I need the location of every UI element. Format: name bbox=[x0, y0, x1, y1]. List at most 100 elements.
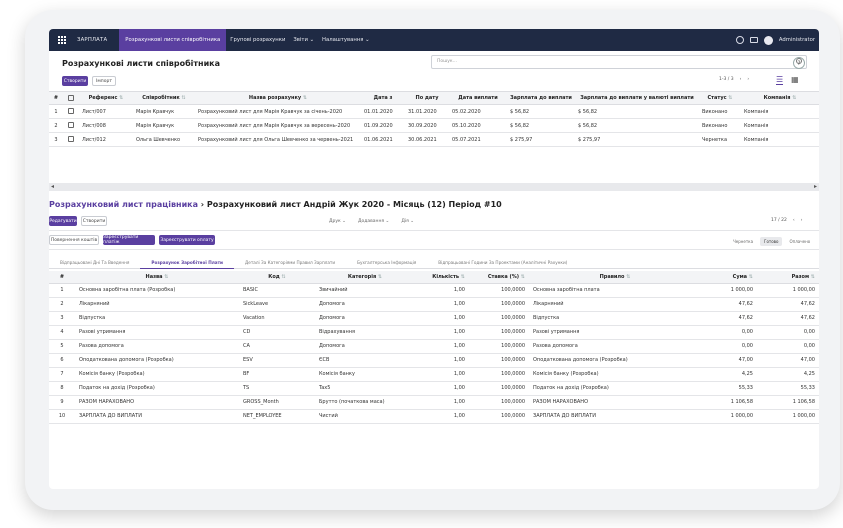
line-category[interactable]: Допомога bbox=[315, 339, 415, 354]
line-total[interactable]: 47,00 bbox=[757, 353, 819, 368]
col-date-to[interactable]: По дату bbox=[405, 91, 449, 105]
cell-pay[interactable]: 05.02.2020 bbox=[449, 104, 507, 119]
col-line-category[interactable]: Категорія ⇅ bbox=[315, 271, 415, 284]
table-row[interactable]: 5 Разова допомога CA Допомога 1,00 100,0000 Ра… bbox=[49, 339, 819, 354]
line-rate[interactable]: 100,0000 bbox=[469, 395, 529, 410]
search-input[interactable]: Пошук... bbox=[431, 55, 807, 69]
line-amount[interactable]: 4,25 bbox=[701, 367, 757, 382]
cell-n[interactable]: 2 bbox=[49, 118, 63, 133]
line-amount[interactable]: 55,33 bbox=[701, 381, 757, 396]
line-quantity[interactable]: 1,00 bbox=[415, 297, 469, 312]
line-total[interactable]: 55,33 bbox=[757, 381, 819, 396]
cell-pay[interactable]: 05.10.2020 bbox=[449, 118, 507, 133]
line-quantity[interactable]: 1,00 bbox=[415, 381, 469, 396]
line-name[interactable]: Оподаткована допомога (Розробка) bbox=[75, 353, 239, 368]
cell-emp[interactable]: Марія Кравчук bbox=[133, 104, 195, 119]
table-row[interactable]: 9 РАЗОМ НАРАХОВАНО GROSS_Month Брутто (поча… bbox=[49, 395, 819, 410]
line-category[interactable]: ЄСВ bbox=[315, 353, 415, 368]
action-menu[interactable]: Дія ⌄ bbox=[401, 219, 414, 224]
col-net[interactable]: Зарплата до виплати bbox=[507, 91, 575, 105]
attachment-menu[interactable]: Додавання ⌄ bbox=[358, 219, 389, 224]
cell-emp[interactable]: Марія Кравчук bbox=[133, 118, 195, 133]
line-amount[interactable]: 1 000,00 bbox=[701, 283, 757, 298]
line-total[interactable]: 47,62 bbox=[757, 311, 819, 326]
col-line-name[interactable]: Назва ⇅ bbox=[75, 271, 239, 284]
import-button[interactable]: Імпорт bbox=[92, 76, 116, 86]
line-amount[interactable]: 0,00 bbox=[701, 325, 757, 340]
cell-n[interactable]: 3 bbox=[49, 132, 63, 147]
line-rule[interactable]: Податок на дохід (Розробка) bbox=[529, 381, 701, 396]
line-number[interactable]: 6 bbox=[49, 353, 75, 368]
line-quantity[interactable]: 1,00 bbox=[415, 311, 469, 326]
col-pay-date[interactable]: Дата виплати bbox=[449, 91, 507, 105]
line-rule[interactable]: Разові утримання bbox=[529, 325, 701, 340]
line-rule[interactable]: Основна заробітна плата bbox=[529, 283, 701, 298]
form-create-button[interactable]: Створити bbox=[81, 216, 107, 226]
line-name[interactable]: Основна заробітна плата (Розробка) bbox=[75, 283, 239, 298]
line-category[interactable]: Допомога bbox=[315, 311, 415, 326]
cell-emp[interactable]: Ольга Шевченко bbox=[133, 132, 195, 147]
line-category[interactable]: Звичайний bbox=[315, 283, 415, 298]
cell-n[interactable]: 1 bbox=[49, 104, 63, 119]
cell-company[interactable]: Компанія bbox=[741, 118, 819, 133]
line-rule[interactable]: РАЗОМ НАРАХОВАНО bbox=[529, 395, 701, 410]
table-row[interactable]: 3 Відпустка Vacation Допомога 1,00 100,0000 Ві… bbox=[49, 311, 819, 326]
line-rate[interactable]: 100,0000 bbox=[469, 367, 529, 382]
cell-to[interactable]: 30.09.2020 bbox=[405, 118, 449, 133]
avatar[interactable] bbox=[763, 35, 773, 45]
register-pay-button[interactable]: Зареєструвати оплату bbox=[159, 235, 215, 245]
checkbox-icon[interactable] bbox=[68, 108, 74, 115]
cell-to[interactable]: 31.01.2020 bbox=[405, 104, 449, 119]
line-rule[interactable]: ЗАРПЛАТА ДО ВИПЛАТИ bbox=[529, 409, 701, 424]
col-line-rate[interactable]: Ставка (%) ⇅ bbox=[469, 271, 529, 284]
tab-worked-days[interactable]: Відпрацьовані Дні Та Введення bbox=[49, 256, 140, 269]
row-checkbox[interactable] bbox=[63, 104, 79, 119]
line-rule[interactable]: Разова допомога bbox=[529, 339, 701, 354]
line-name[interactable]: Відпустка bbox=[75, 311, 239, 326]
tab-salary-computation[interactable]: Розрахунок Заробітної Плати bbox=[140, 256, 234, 269]
line-number[interactable]: 4 bbox=[49, 325, 75, 340]
line-rule[interactable]: Оподаткована допомога (Розробка) bbox=[529, 353, 701, 368]
line-amount[interactable]: 1 000,00 bbox=[701, 409, 757, 424]
breadcrumb-parent[interactable]: Розрахунковий лист працівника bbox=[49, 200, 198, 209]
line-category[interactable]: Tax5 bbox=[315, 381, 415, 396]
user-name[interactable]: Administrator bbox=[779, 37, 815, 43]
line-number[interactable]: 2 bbox=[49, 297, 75, 312]
form-pager-value[interactable]: 17 / 22 bbox=[771, 218, 787, 223]
cell-net[interactable]: $ 56,82 bbox=[507, 118, 575, 133]
line-amount[interactable]: 47,00 bbox=[701, 353, 757, 368]
line-total[interactable]: 0,00 bbox=[757, 325, 819, 340]
line-name[interactable]: Разова допомога bbox=[75, 339, 239, 354]
table-row[interactable]: 6 Оподаткована допомога (Розробка) ESV ЄСВ 1… bbox=[49, 353, 819, 368]
line-category[interactable]: Чистий bbox=[315, 409, 415, 424]
line-code[interactable]: TS bbox=[239, 381, 315, 396]
line-rate[interactable]: 100,0000 bbox=[469, 283, 529, 298]
col-company[interactable]: Компанія ⇅ bbox=[741, 91, 819, 105]
next-icon[interactable]: › bbox=[747, 77, 749, 82]
col-line-code[interactable]: Код ⇅ bbox=[239, 271, 315, 284]
line-rate[interactable]: 100,0000 bbox=[469, 297, 529, 312]
line-name[interactable]: Комісія банку (Розробка) bbox=[75, 367, 239, 382]
cell-from[interactable]: 01.01.2020 bbox=[361, 104, 405, 119]
line-rule[interactable]: Лікарняний bbox=[529, 297, 701, 312]
col-line-quantity[interactable]: Кількість ⇅ bbox=[415, 271, 469, 284]
checkbox-icon[interactable] bbox=[68, 136, 74, 143]
cell-from[interactable]: 01.06.2021 bbox=[361, 132, 405, 147]
line-rate[interactable]: 100,0000 bbox=[469, 409, 529, 424]
cell-net[interactable]: $ 275,97 bbox=[507, 132, 575, 147]
col-employee[interactable]: Співробітник ⇅ bbox=[133, 91, 195, 105]
line-number[interactable]: 9 bbox=[49, 395, 75, 410]
line-code[interactable]: Vacation bbox=[239, 311, 315, 326]
line-code[interactable]: ESV bbox=[239, 353, 315, 368]
line-number[interactable]: 10 bbox=[49, 409, 75, 424]
line-quantity[interactable]: 1,00 bbox=[415, 409, 469, 424]
horizontal-scrollbar[interactable]: ◂ ▸ bbox=[49, 183, 819, 191]
checkbox-icon[interactable] bbox=[68, 94, 74, 101]
line-number[interactable]: 1 bbox=[49, 283, 75, 298]
cell-ref[interactable]: Лист/007 bbox=[79, 104, 133, 119]
cell-net_cur[interactable]: $ 56,82 bbox=[575, 118, 699, 133]
col-name[interactable]: Назва розрахунку ⇅ bbox=[195, 91, 361, 105]
line-number[interactable]: 7 bbox=[49, 367, 75, 382]
help-icon[interactable]: ? bbox=[793, 57, 805, 69]
kanban-view-icon[interactable]: ▦ bbox=[791, 75, 799, 85]
